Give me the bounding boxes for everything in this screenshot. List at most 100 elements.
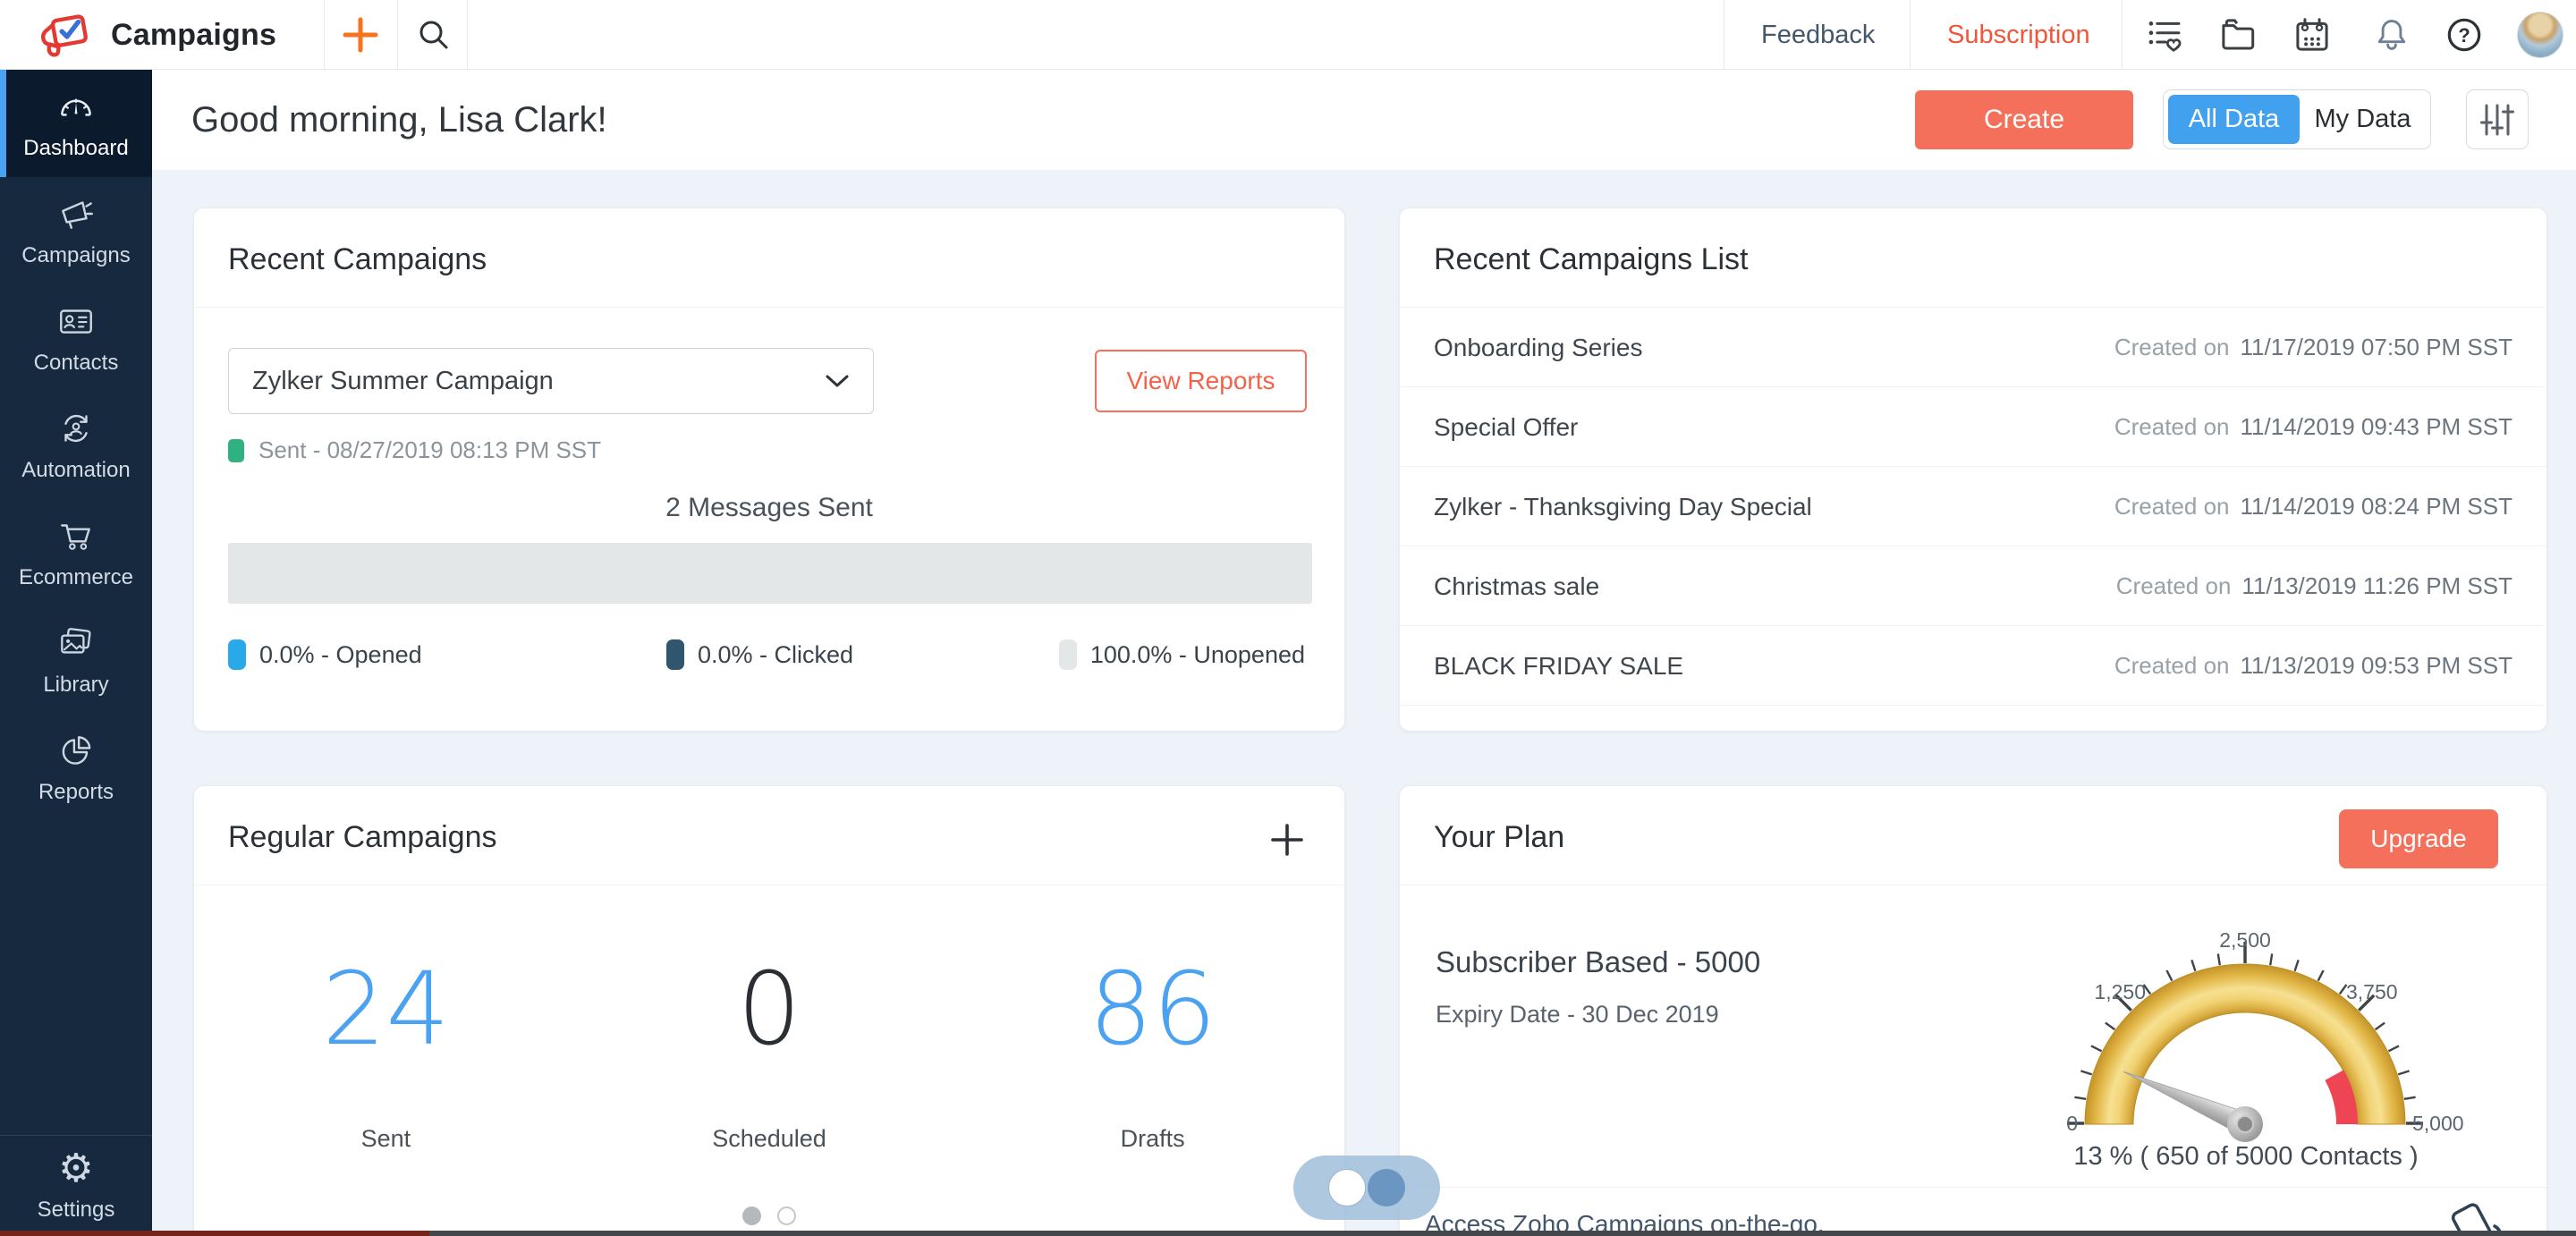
messages-sent-title: 2 Messages Sent xyxy=(194,493,1344,523)
data-scope-segment: All Data My Data xyxy=(2163,89,2431,149)
legend-item-opened: 0.0% - Opened xyxy=(228,639,422,670)
gauge-tick-label: 3,750 xyxy=(2346,980,2398,1003)
search-icon xyxy=(416,17,452,53)
sidebar-item-dashboard[interactable]: Dashboard xyxy=(0,70,152,177)
automation-icon xyxy=(55,408,97,449)
create-button[interactable]: Create xyxy=(1915,90,2133,149)
bottom-bar xyxy=(429,1231,2576,1236)
campaign-select-value: Zylker Summer Campaign xyxy=(252,367,554,396)
campaign-list-row[interactable]: Christmas sale Created on11/13/2019 11:2… xyxy=(1400,546,2546,626)
plus-icon xyxy=(1269,822,1305,858)
svg-text:?: ? xyxy=(2458,24,2470,47)
gauge-tick-label: 1,250 xyxy=(2094,980,2146,1003)
cart-icon xyxy=(55,515,97,556)
sidebar-item-contacts[interactable]: Contacts xyxy=(0,284,152,392)
card-title: Recent Campaigns List xyxy=(1434,242,1749,277)
regular-campaigns-card: Regular Campaigns 24 Sent 0 Scheduled 86… xyxy=(193,785,1345,1236)
notifications-button[interactable] xyxy=(2368,0,2415,70)
stat-scheduled[interactable]: 0 Scheduled xyxy=(578,907,962,1153)
legend-chip xyxy=(666,639,684,670)
stat-value: 0 xyxy=(578,907,962,1113)
stat-drafts[interactable]: 86 Drafts xyxy=(961,907,1344,1153)
messages-stacked-bar xyxy=(228,543,1312,604)
help-icon: ? xyxy=(2444,14,2485,55)
calendar-icon xyxy=(2292,14,2333,55)
feedback-link[interactable]: Feedback xyxy=(1761,0,1875,70)
sidebar-item-library[interactable]: Library xyxy=(0,606,152,714)
sidebar-item-ecommerce[interactable]: Ecommerce xyxy=(0,499,152,606)
search-button[interactable] xyxy=(404,0,463,70)
images-icon xyxy=(55,622,97,664)
sliders-icon xyxy=(2479,101,2516,139)
sidebar-item-label: Settings xyxy=(38,1198,115,1223)
card-title: Regular Campaigns xyxy=(228,820,497,855)
folder-button[interactable] xyxy=(2214,0,2262,70)
contact-card-icon xyxy=(55,301,97,342)
carousel-dots xyxy=(194,1206,1344,1225)
campaign-list-row[interactable]: Onboarding Series Created on11/17/2019 0… xyxy=(1400,308,2546,387)
stat-label: Sent xyxy=(194,1125,578,1153)
help-button[interactable]: ? xyxy=(2441,0,2487,70)
page-header: Good morning, Lisa Clark! Create All Dat… xyxy=(152,70,2576,170)
carousel-dot[interactable] xyxy=(777,1206,796,1225)
view-reports-button[interactable]: View Reports xyxy=(1095,350,1307,412)
campaign-sent-status: Sent - 08/27/2019 08:13 PM SST xyxy=(228,436,601,464)
toggle-knob-active xyxy=(1328,1169,1366,1206)
all-data-tab[interactable]: All Data xyxy=(2168,95,2300,144)
sidebar-item-label: Campaigns xyxy=(21,243,130,268)
card-title: Recent Campaigns xyxy=(228,242,487,277)
subscription-link[interactable]: Subscription xyxy=(1947,0,2090,70)
card-title: Your Plan xyxy=(1434,820,1564,855)
list-heart-icon xyxy=(2145,14,2186,55)
campaign-select[interactable]: Zylker Summer Campaign xyxy=(228,348,874,414)
dashboard-page-toggle[interactable] xyxy=(1293,1156,1440,1220)
activity-list-button[interactable] xyxy=(2141,0,2190,70)
campaign-stats: 24 Sent 0 Scheduled 86 Drafts xyxy=(194,907,1344,1153)
megaphone-icon xyxy=(55,193,97,234)
add-campaign-button[interactable] xyxy=(1269,822,1305,858)
stat-sent[interactable]: 24 Sent xyxy=(194,907,578,1153)
sidebar: Dashboard Campaigns Contacts xyxy=(0,70,152,1236)
stat-label: Scheduled xyxy=(578,1125,962,1153)
chat-widget-bar[interactable] xyxy=(0,1231,429,1236)
recent-campaigns-list-card: Recent Campaigns List Onboarding Series … xyxy=(1399,207,2547,732)
stat-value: 86 xyxy=(961,907,1344,1113)
bar-segment-unopened xyxy=(228,543,1312,604)
plan-expiry-date: Expiry Date - 30 Dec 2019 xyxy=(1436,1001,1719,1029)
divider xyxy=(1400,1187,2546,1188)
zoho-campaigns-dashboard: Campaigns Feedback Subscription xyxy=(0,0,2576,1236)
campaign-list-row[interactable]: Special Offer Created on11/14/2019 09:43… xyxy=(1400,387,2546,467)
recent-campaigns-card: Recent Campaigns Zylker Summer Campaign … xyxy=(193,207,1345,732)
quick-create-button[interactable] xyxy=(333,0,388,70)
campaign-list-row[interactable]: BLACK FRIDAY SALE Created on11/13/2019 0… xyxy=(1400,626,2546,706)
pie-chart-icon xyxy=(55,730,97,771)
app-logo-icon xyxy=(39,9,91,61)
legend-item-clicked: 0.0% - Clicked xyxy=(666,639,853,670)
bell-icon xyxy=(2372,15,2411,55)
divider xyxy=(324,0,325,70)
stat-label: Drafts xyxy=(961,1125,1344,1153)
divider xyxy=(467,0,468,70)
sidebar-item-label: Automation xyxy=(21,458,130,483)
carousel-dot-active[interactable] xyxy=(742,1206,761,1225)
legend-chip xyxy=(1059,639,1077,670)
divider xyxy=(397,0,398,70)
upgrade-button[interactable]: Upgrade xyxy=(2339,809,2498,868)
campaign-list-row[interactable]: Zylker - Thanksgiving Day Special Create… xyxy=(1400,467,2546,546)
legend-chip xyxy=(228,639,246,670)
customize-dashboard-button[interactable] xyxy=(2466,89,2529,149)
gear-icon: ⚙ xyxy=(58,1149,93,1189)
calendar-button[interactable] xyxy=(2288,0,2336,70)
sidebar-item-settings[interactable]: ⚙ Settings xyxy=(0,1136,152,1236)
toggle-knob xyxy=(1368,1169,1405,1206)
sidebar-item-reports[interactable]: Reports xyxy=(0,714,152,821)
sidebar-item-automation[interactable]: Automation xyxy=(0,392,152,499)
topbar: Campaigns Feedback Subscription xyxy=(0,0,2576,70)
folder-icon xyxy=(2217,14,2258,55)
user-avatar[interactable] xyxy=(2517,12,2563,58)
plus-icon xyxy=(342,16,379,54)
gauge-tick-label: 2,500 xyxy=(2219,928,2271,952)
usage-gauge: 0 1,250 2,500 3,750 5,000 xyxy=(2013,919,2479,1178)
sidebar-item-campaigns[interactable]: Campaigns xyxy=(0,177,152,284)
my-data-tab[interactable]: My Data xyxy=(2300,95,2426,144)
